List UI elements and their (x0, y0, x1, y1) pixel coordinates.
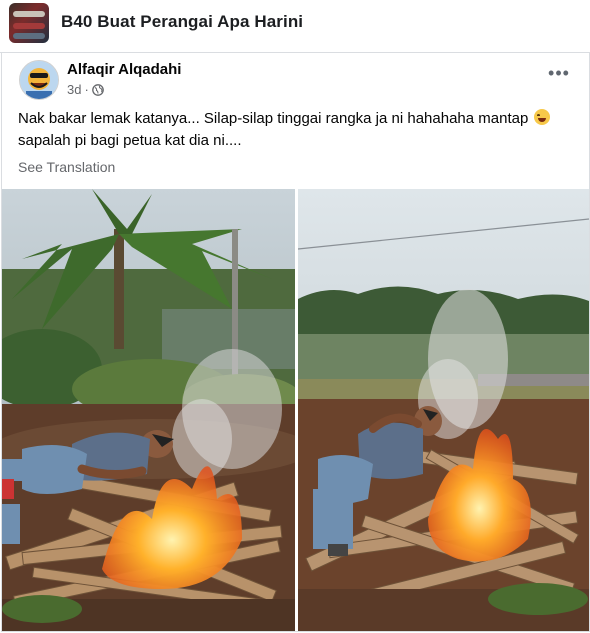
photo-right-image (298, 189, 589, 631)
thumb-detail (13, 23, 45, 29)
group-thumbnail[interactable] (9, 3, 49, 43)
group-header: B40 Buat Perangai Apa Harini (0, 0, 590, 50)
post-time[interactable]: 3d (67, 82, 81, 97)
more-options-icon[interactable]: ••• (547, 64, 571, 85)
photo-right[interactable] (298, 189, 589, 631)
post-text-line1: Nak bakar lemak katanya... Silap-silap t… (18, 110, 529, 127)
thumb-detail (13, 33, 45, 39)
see-translation-link[interactable]: See Translation (18, 159, 115, 175)
globe-icon[interactable] (91, 83, 104, 96)
meta-separator: · (84, 82, 89, 97)
group-name[interactable]: B40 Buat Perangai Apa Harini (61, 12, 303, 32)
photo-left-image (2, 189, 295, 631)
laughing-face-emoji (534, 109, 551, 125)
thumb-detail (13, 11, 45, 17)
post-meta: 3d · (67, 82, 104, 97)
post-text: Nak bakar lemak katanya... Silap-silap t… (18, 108, 573, 152)
post-card: Alfaqir Alqadahi 3d · ••• Nak bakar lema… (1, 53, 590, 632)
author-avatar[interactable] (19, 60, 59, 100)
avatar-icon (20, 61, 58, 99)
post-text-line2: sapalah pi bagi petua kat dia ni.... (18, 132, 242, 149)
photo-left[interactable] (2, 189, 295, 631)
author-name[interactable]: Alfaqir Alqadahi (67, 61, 181, 78)
